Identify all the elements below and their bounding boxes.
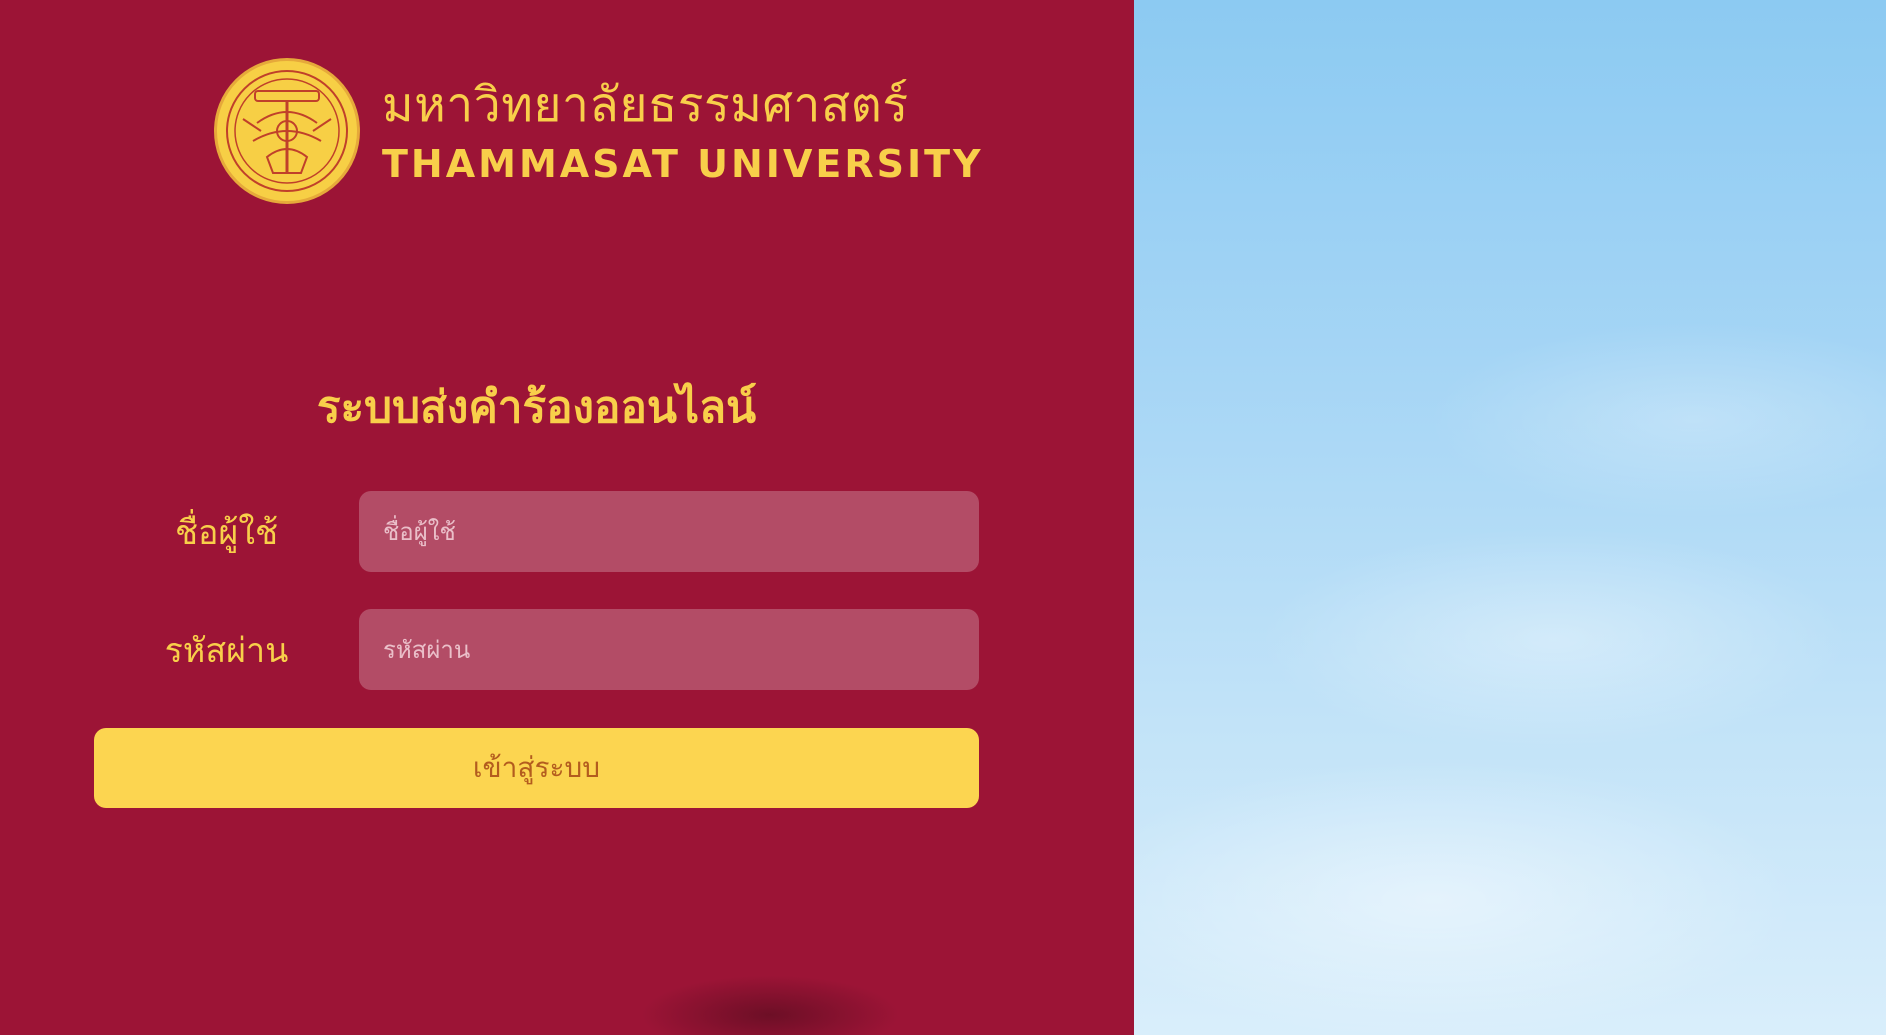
username-label: ชื่อผู้ใช้ xyxy=(174,512,279,553)
background-tree-silhouette xyxy=(640,975,900,1035)
university-seal-icon xyxy=(214,58,360,204)
login-button[interactable]: เข้าสู่ระบบ xyxy=(94,728,979,808)
university-brand: มหาวิทยาลัยธรรมศาสตร์ THAMMASAT UNIVERSI… xyxy=(214,58,984,204)
username-row: ชื่อผู้ใช้ xyxy=(94,491,979,572)
sky-background-image xyxy=(1134,0,1886,1035)
brand-text: มหาวิทยาลัยธรรมศาสตร์ THAMMASAT UNIVERSI… xyxy=(382,75,984,187)
username-input[interactable] xyxy=(359,491,979,572)
login-panel: มหาวิทยาลัยธรรมศาสตร์ THAMMASAT UNIVERSI… xyxy=(0,0,1134,1035)
page-title: ระบบส่งคำร้องออนไลน์ xyxy=(316,382,757,433)
university-name-thai: มหาวิทยาลัยธรรมศาสตร์ xyxy=(382,77,909,133)
password-label: รหัสผ่าน xyxy=(164,630,289,671)
login-page: มหาวิทยาลัยธรรมศาสตร์ THAMMASAT UNIVERSI… xyxy=(0,0,1886,1035)
university-name-english: THAMMASAT UNIVERSITY xyxy=(382,142,984,186)
password-row: รหัสผ่าน xyxy=(94,609,979,690)
password-input[interactable] xyxy=(359,609,979,690)
